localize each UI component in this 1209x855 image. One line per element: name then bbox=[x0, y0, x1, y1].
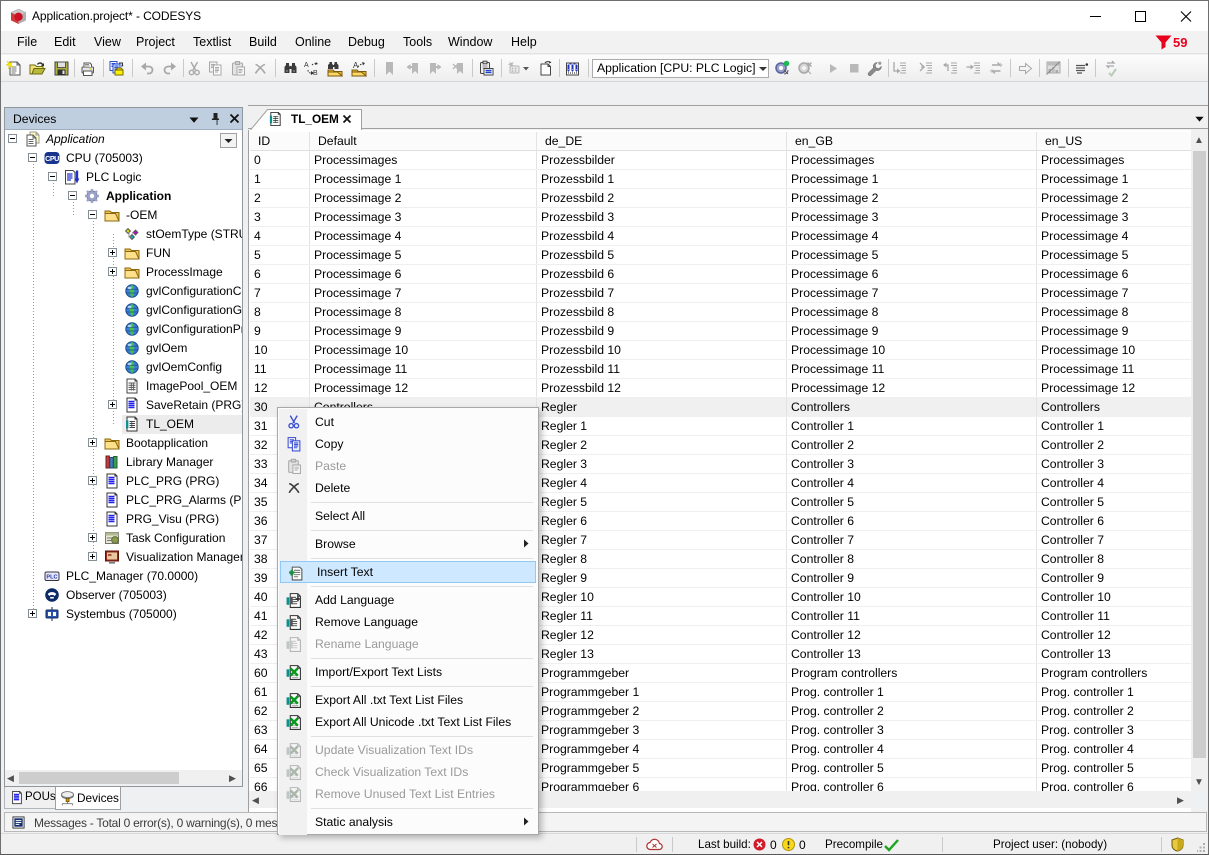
svg-text:A: A bbox=[353, 61, 359, 70]
svg-text:CPU: CPU bbox=[45, 154, 59, 163]
svg-text:B: B bbox=[313, 70, 318, 77]
svg-text:A: A bbox=[304, 62, 309, 69]
svg-text:PLC: PLC bbox=[46, 575, 57, 581]
